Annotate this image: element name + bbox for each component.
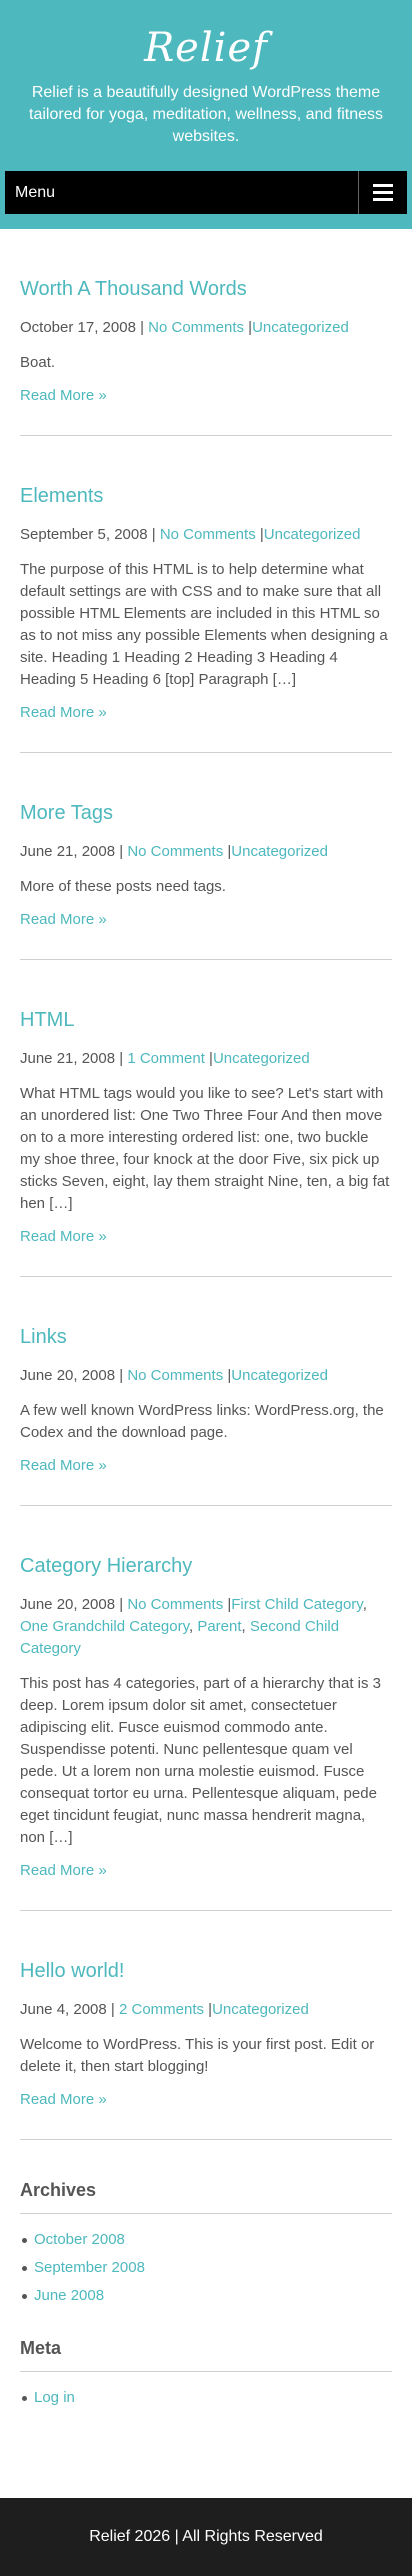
comments-link[interactable]: No Comments [127,843,223,860]
menu-label[interactable]: Menu [5,184,55,202]
post: HTML June 21, 2008 | 1 Comment |Uncategor… [20,960,392,1277]
post-title[interactable]: HTML [20,1008,392,1032]
post: Elements September 5, 2008 | No Comments … [20,436,392,753]
post-title[interactable]: Hello world! [20,1959,392,1983]
post: Hello world! June 4, 2008 | 2 Comments |U… [20,1911,392,2140]
category-link[interactable]: Uncategorized [264,526,361,543]
hamburger-line [373,191,393,194]
post-title[interactable]: Worth A Thousand Words [20,277,392,301]
post-meta: June 20, 2008 | No Comments |First Child… [20,1596,367,1657]
category-link[interactable]: Uncategorized [212,2001,309,2018]
sidebar: Archives October 2008 September 2008 June … [0,2140,412,2412]
read-more-link[interactable]: Read More » [20,909,107,931]
post-title[interactable]: More Tags [20,801,392,825]
comments-link[interactable]: No Comments [148,319,244,336]
post-title[interactable]: Category Hierarchy [20,1554,392,1578]
meta-title: Meta [20,2338,392,2372]
site-title[interactable]: Relief [0,0,412,70]
archives-link[interactable]: October 2008 [34,2231,125,2248]
read-more-link[interactable]: Read More » [20,385,107,407]
meta-link[interactable]: Log in [34,2389,75,2406]
comments-link[interactable]: No Comments [160,526,256,543]
category-link[interactable]: Uncategorized [213,1050,310,1067]
post-meta: June 21, 2008 | 1 Comment |Uncategorized [20,1050,310,1067]
read-more-link[interactable]: Read More » [20,1226,107,1248]
post-date: June 21, 2008 [20,843,116,860]
page: Relief Relief is a beautifully designed … [0,0,412,2576]
category-link[interactable]: Uncategorized [252,319,349,336]
main-nav[interactable]: Menu [5,171,407,214]
post-date: June 20, 2008 [20,1596,116,1613]
category-link[interactable]: One Grandchild Category [20,1618,189,1635]
comments-link[interactable]: 1 Comment [127,1050,205,1067]
site-description: Relief is a beautifully designed WordPre… [29,84,383,145]
read-more-link[interactable]: Read More » [20,1860,107,1882]
post-meta: October 17, 2008 | No Comments |Uncatego… [20,319,349,336]
category-link[interactable]: First Child Category [231,1596,362,1613]
post-excerpt: This post has 4 categories, part of a hi… [20,1675,382,1846]
post-title[interactable]: Elements [20,484,392,508]
site-header: Relief Relief is a beautifully designed … [0,0,412,229]
hamburger-line [373,198,393,201]
post-excerpt: More of these posts need tags. [20,878,226,895]
post-meta: June 21, 2008 | No Comments |Uncategoriz… [20,843,328,860]
post-list: Worth A Thousand Words October 17, 2008 |… [0,229,412,2140]
post-meta: September 5, 2008 | No Comments |Uncateg… [20,526,361,543]
post-excerpt: A few well known WordPress links: WordPr… [20,1402,384,1441]
meta-list: Log in [20,2384,392,2412]
post: Category Hierarchy June 20, 2008 | No Com… [20,1506,392,1911]
post: Worth A Thousand Words October 17, 2008 |… [20,229,392,436]
post-excerpt: The purpose of this HTML is to help dete… [20,561,388,688]
post-excerpt: Welcome to WordPress. This is your first… [20,2036,375,2075]
post-date: June 20, 2008 [20,1367,116,1384]
post-date: June 4, 2008 [20,2001,107,2018]
post-meta: June 20, 2008 | No Comments |Uncategoriz… [20,1367,328,1384]
archives-title: Archives [20,2180,392,2214]
hamburger-line [373,184,393,187]
widget-list-item: September 2008 [20,2254,392,2282]
archives-link[interactable]: June 2008 [34,2287,104,2304]
archives-list: October 2008 September 2008 June 2008 [20,2226,392,2310]
post-meta: June 4, 2008 | 2 Comments |Uncategorized [20,2001,309,2018]
post: Links June 20, 2008 | No Comments |Uncate… [20,1277,392,1506]
archives-link[interactable]: September 2008 [34,2259,145,2276]
comments-link[interactable]: No Comments [127,1367,223,1384]
hamburger-icon[interactable] [358,171,407,214]
category-link[interactable]: Parent [197,1618,241,1635]
read-more-link[interactable]: Read More » [20,1455,107,1477]
post: More Tags June 21, 2008 | No Comments |Un… [20,753,392,960]
widget-list-item: June 2008 [20,2282,392,2310]
read-more-link[interactable]: Read More » [20,702,107,724]
comments-link[interactable]: No Comments [127,1596,223,1613]
site-footer: Relief 2026 | All Rights Reserved [0,2498,412,2576]
category-link[interactable]: Uncategorized [231,843,328,860]
read-more-link[interactable]: Read More » [20,2089,107,2111]
post-date: September 5, 2008 [20,526,148,543]
comments-link[interactable]: 2 Comments [119,2001,204,2018]
meta-widget: Meta Log in [20,2310,392,2412]
post-excerpt: Boat. [20,354,56,371]
widget-list-item: Log in [20,2384,392,2412]
archives-widget: Archives October 2008 September 2008 June … [20,2140,392,2310]
post-title[interactable]: Links [20,1325,392,1349]
category-link[interactable]: Uncategorized [231,1367,328,1384]
widget-list-item: October 2008 [20,2226,392,2254]
footer-text: Relief 2026 | All Rights Reserved [89,2528,323,2545]
post-date: October 17, 2008 [20,319,136,336]
post-date: June 21, 2008 [20,1050,116,1067]
post-excerpt: What HTML tags would you like to see? Le… [20,1085,390,1212]
